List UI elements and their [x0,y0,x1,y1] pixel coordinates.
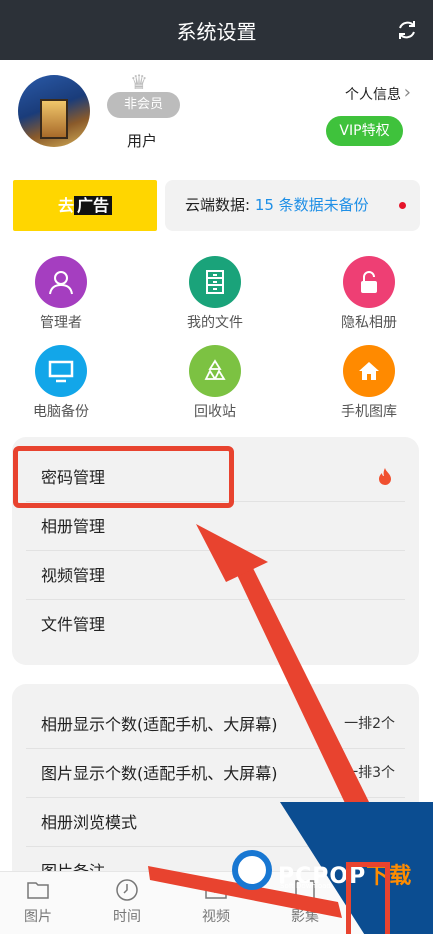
menu-item-photo-count[interactable]: 图片显示个数(适配手机、大屏幕) 一排3个 [26,749,405,798]
grid-label: 管理者 [40,315,82,331]
menu-label: 图片显示个数(适配手机、大屏幕) [41,764,278,783]
cloud-backup-status[interactable]: 云端数据: 15 条数据未备份 [165,180,420,231]
cloud-unbacked-count: 15 条数据未备份 [254,196,369,214]
recycle-icon [189,345,241,397]
video-icon [205,881,227,899]
grid-label: 我的文件 [187,315,243,331]
menu-value: 一排3个 [344,765,395,781]
menu-item-video[interactable]: 视频管理 [26,551,405,600]
user-icon [35,256,87,308]
menu-label: 视频管理 [41,566,106,585]
menu-label: 相册显示个数(适配手机、大屏幕) [41,715,278,734]
menu-item-album[interactable]: 相册管理 [26,502,405,551]
lock-icon [343,256,395,308]
tab-video[interactable]: 视频 [186,878,246,926]
remove-ads-button[interactable]: 去广告 [13,180,157,231]
tab-label: 视频 [202,909,230,925]
vip-button[interactable]: VIP特权 [326,116,403,146]
folder-icon [27,882,49,899]
grid-label: 手机图库 [341,404,397,420]
grid-label: 隐私相册 [341,315,397,331]
grid-label: 回收站 [194,404,236,420]
refresh-icon[interactable] [395,18,419,42]
username: 用户 [127,132,158,150]
ad-prefix: 去 [57,196,74,215]
tab-time[interactable]: 时间 [97,878,157,926]
cloud-prefix: 云端数据: [185,196,255,214]
tab-label: 时间 [113,909,141,925]
grid-item-private-album[interactable]: 隐私相册 [319,256,419,332]
menu-label: 相册浏览模式 [41,813,138,832]
tab-label: 图片 [24,909,52,925]
menu-item-file[interactable]: 文件管理 [26,600,405,649]
menu-item-album-count[interactable]: 相册显示个数(适配手机、大屏幕) 一排2个 [26,700,405,749]
ad-label: 广告 [74,196,113,215]
page-title: 系统设置 [176,20,257,44]
grid-item-phone-gallery[interactable]: 手机图库 [319,345,419,421]
crown-icon: ♛ [130,70,148,94]
grid-item-admin[interactable]: 管理者 [11,256,111,332]
menu-label: 相册管理 [41,517,106,536]
clock-icon [116,879,138,901]
annotation-highlight-box [13,446,234,508]
tab-photos[interactable]: 图片 [8,878,68,926]
tab-label: 影集 [291,909,319,925]
watermark-sub: Soft Download [280,882,331,890]
grid-item-recycle-bin[interactable]: 回收站 [165,345,265,421]
personal-info-link[interactable]: 个人信息 [345,84,401,104]
fire-icon [379,468,391,485]
menu-value: 一排2个 [344,716,395,732]
grid-item-pc-backup[interactable]: 电脑备份 [11,345,111,421]
avatar[interactable] [18,75,90,147]
annotation-corner-box [346,862,390,934]
grid-label: 电脑备份 [33,404,89,420]
home-icon [343,345,395,397]
chevron-right-icon[interactable]: › [404,82,411,103]
grid-item-files[interactable]: 我的文件 [165,256,265,332]
top-bar: 系统设置 [0,0,433,60]
notification-dot [399,202,406,209]
menu-label: 文件管理 [41,615,106,634]
watermark-logo [232,850,272,890]
cabinet-icon [189,256,241,308]
member-status-badge: 非会员 [107,92,180,118]
monitor-icon [35,345,87,397]
